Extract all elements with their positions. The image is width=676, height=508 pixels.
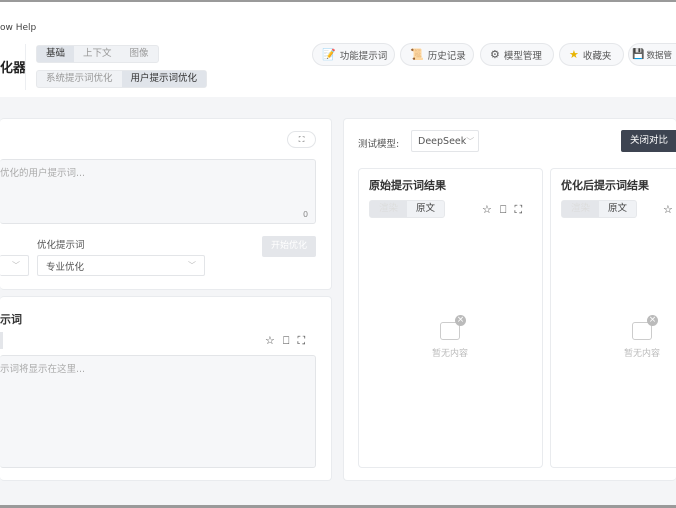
expand-button[interactable]: ⛶ xyxy=(287,131,316,148)
gear-icon: ⚙ xyxy=(490,48,500,61)
templates-button[interactable]: 📝 功能提示词 xyxy=(312,43,395,66)
optimized-result-title: 优化后提示词结果 xyxy=(561,179,649,192)
model-select[interactable]: ﹀ xyxy=(0,255,29,276)
test-model-label: 测试模型: xyxy=(358,139,400,150)
fullscreen-icon[interactable]: ⛶ xyxy=(514,203,522,217)
optimized-view-toggle: 渲染 原文 xyxy=(561,200,638,218)
raw-tab[interactable]: 原文 xyxy=(599,201,636,217)
output-title: 示词 xyxy=(0,313,22,326)
copy-icon[interactable]: ⎕ xyxy=(283,334,290,348)
chevron-down-icon: ﹀ xyxy=(466,136,475,146)
star-icon: ★ xyxy=(569,48,579,61)
empty-inbox-icon xyxy=(632,315,658,340)
empty-state: 暂无内容 xyxy=(612,315,672,359)
char-count: 0 xyxy=(303,210,309,219)
test-model-select[interactable]: DeepSeek ﹀ xyxy=(411,130,479,152)
expand-icon: ⛶ xyxy=(298,135,305,144)
template-icon: 📝 xyxy=(322,48,336,61)
optimize-button[interactable]: 开始优化 xyxy=(262,236,316,257)
chevron-down-icon: ﹀ xyxy=(188,261,196,270)
model-manager-button[interactable]: ⚙ 模型管理 xyxy=(480,43,554,66)
tab-image[interactable]: 图像 xyxy=(121,46,158,62)
tab-context[interactable]: 上下文 xyxy=(74,46,121,62)
prompt-input[interactable]: 优化的用户提示词... xyxy=(0,159,316,224)
scroll-icon: 📜 xyxy=(410,48,424,61)
star-icon[interactable]: ☆ xyxy=(663,203,673,216)
tab-basic[interactable]: 基础 xyxy=(37,46,75,62)
output-area: 示词将显示在这里... xyxy=(0,355,316,468)
template-select[interactable]: 专业优化 ﹀ xyxy=(37,255,205,276)
fullscreen-icon[interactable]: ⛶ xyxy=(297,334,305,348)
empty-state: 暂无内容 xyxy=(420,315,480,359)
close-compare-button[interactable]: 关闭对比 xyxy=(621,130,676,152)
tab-system-prompt[interactable]: 系统提示词优化 xyxy=(37,71,122,87)
star-icon[interactable]: ☆ xyxy=(482,203,492,217)
template-label: 优化提示词 xyxy=(37,240,85,251)
view-toggle[interactable] xyxy=(0,332,3,349)
render-tab[interactable]: 渲染 xyxy=(562,201,600,217)
original-result-title: 原始提示词结果 xyxy=(369,179,446,192)
app-title: 化器 xyxy=(0,61,27,76)
copy-icon[interactable]: ⎕ xyxy=(500,203,507,217)
type-tabs: 系统提示词优化 用户提示词优化 xyxy=(36,70,208,88)
history-button[interactable]: 📜 历史记录 xyxy=(400,43,474,66)
star-icon[interactable]: ☆ xyxy=(265,334,275,348)
empty-inbox-icon xyxy=(440,315,466,340)
tab-user-prompt[interactable]: 用户提示词优化 xyxy=(121,71,207,87)
original-view-toggle: 渲染 原文 xyxy=(369,200,446,218)
data-manager-button[interactable]: 💾 数据管 xyxy=(628,43,676,66)
raw-tab[interactable]: 原文 xyxy=(407,201,444,217)
floppy-icon: 💾 xyxy=(632,49,645,60)
chevron-down-icon: ﹀ xyxy=(12,261,20,270)
favorites-button[interactable]: ★ 收藏夹 xyxy=(559,43,624,66)
mode-tabs: 基础 上下文 图像 xyxy=(36,45,159,63)
render-tab[interactable]: 渲染 xyxy=(370,201,408,217)
menu-bar[interactable]: ow Help xyxy=(0,23,36,33)
divider xyxy=(25,44,26,90)
